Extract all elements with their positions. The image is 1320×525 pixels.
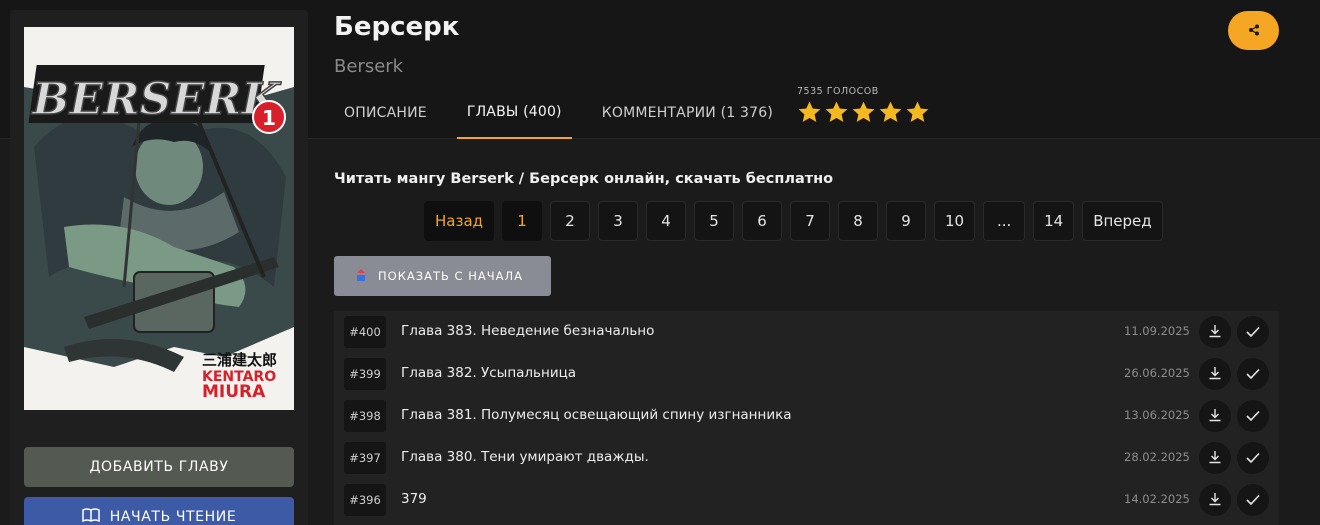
mark-read-button[interactable]: [1237, 484, 1269, 516]
chapter-title[interactable]: Глава 382. Усыпальница: [401, 365, 576, 381]
chapter-title[interactable]: Глава 380. Тени умирают дважды.: [401, 449, 649, 465]
cover-logo: BERSERK: [30, 74, 281, 125]
tabs: ОПИСАНИЕ ГЛАВЫ (400) КОММЕНТАРИИ (1 376): [334, 86, 803, 139]
page-ellipsis[interactable]: ...: [983, 201, 1026, 241]
share-button[interactable]: [1228, 11, 1279, 50]
show-from-start-label: ПОКАЗАТЬ С НАЧАЛА: [378, 269, 524, 283]
page-title: Берсерк: [334, 12, 460, 42]
add-chapter-button[interactable]: ДОБАВИТЬ ГЛАВУ: [24, 447, 294, 487]
book-icon: [81, 508, 100, 525]
chapter-number: #397: [344, 442, 386, 474]
chapter-row: #400 Глава 383. Неведение безначально 11…: [334, 311, 1279, 353]
chapter-number: #399: [344, 358, 386, 390]
cover-author-en-2: MIURA: [202, 382, 266, 402]
chapter-list: #400 Глава 383. Неведение безначально 11…: [334, 311, 1279, 525]
download-button[interactable]: [1199, 400, 1231, 432]
chapter-row: #396 379 14.02.2025: [334, 479, 1279, 521]
star-icon[interactable]: [878, 100, 903, 125]
rating: 7535 ГОЛОСОВ: [797, 86, 930, 125]
check-icon: [1246, 365, 1260, 384]
cover-author-jp: 三浦建太郎: [202, 351, 277, 369]
page-9[interactable]: 9: [886, 201, 927, 241]
rating-stars[interactable]: [797, 100, 930, 125]
pagination: Назад 1 2 3 4 5 6 7 8 9 10 ... 14 Вперед: [424, 201, 1163, 241]
mark-read-button[interactable]: [1237, 400, 1269, 432]
chapter-date: 13.06.2025: [1124, 408, 1190, 422]
pagination-next[interactable]: Вперед: [1082, 201, 1163, 241]
page-3[interactable]: 3: [598, 201, 639, 241]
star-icon[interactable]: [797, 100, 822, 125]
sort-icon: [356, 268, 366, 284]
check-icon: [1246, 407, 1260, 426]
page-4[interactable]: 4: [646, 201, 687, 241]
chapter-row: #398 Глава 381. Полумесяц освещающий спи…: [334, 395, 1279, 437]
mark-read-button[interactable]: [1237, 358, 1269, 390]
chapter-number: #400: [344, 316, 386, 348]
page-5[interactable]: 5: [694, 201, 735, 241]
check-icon: [1246, 449, 1260, 468]
page-7[interactable]: 7: [790, 201, 831, 241]
download-icon: [1208, 449, 1222, 468]
check-icon: [1246, 323, 1260, 342]
page-14[interactable]: 14: [1033, 201, 1075, 241]
mark-read-button[interactable]: [1237, 316, 1269, 348]
download-icon: [1208, 407, 1222, 426]
cover-image[interactable]: BERSERK 1 三浦建太郎 KENTARO MIURA: [24, 27, 294, 410]
chapter-number: #396: [344, 484, 386, 516]
download-button[interactable]: [1199, 358, 1231, 390]
chapter-title[interactable]: Глава 381. Полумесяц освещающий спину из…: [401, 407, 792, 423]
votes-count: 7535 ГОЛОСОВ: [797, 86, 879, 97]
star-icon[interactable]: [824, 100, 849, 125]
chapter-date: 28.02.2025: [1124, 450, 1190, 464]
download-icon: [1208, 365, 1222, 384]
share-icon: [1248, 21, 1260, 40]
download-icon: [1208, 323, 1222, 342]
page-2[interactable]: 2: [550, 201, 591, 241]
check-icon: [1246, 491, 1260, 510]
tab-chapters[interactable]: ГЛАВЫ (400): [456, 86, 572, 139]
chapter-date: 11.09.2025: [1124, 324, 1190, 338]
original-title: Berserk: [334, 56, 404, 77]
star-icon[interactable]: [851, 100, 876, 125]
read-heading: Читать мангу Berserk / Берсерк онлайн, с…: [334, 171, 834, 187]
chapter-row: #399 Глава 382. Усыпальница 26.06.2025: [334, 353, 1279, 395]
page-1[interactable]: 1: [502, 201, 543, 241]
page-6[interactable]: 6: [742, 201, 783, 241]
tab-comments[interactable]: КОММЕНТАРИИ (1 376): [592, 86, 783, 139]
start-reading-button[interactable]: НАЧАТЬ ЧТЕНИЕ: [24, 497, 294, 525]
chapter-number: #398: [344, 400, 386, 432]
download-button[interactable]: [1199, 316, 1231, 348]
add-chapter-label: ДОБАВИТЬ ГЛАВУ: [89, 459, 229, 475]
chapter-date: 26.06.2025: [1124, 366, 1190, 380]
pagination-prev[interactable]: Назад: [424, 201, 495, 241]
tab-description[interactable]: ОПИСАНИЕ: [334, 86, 437, 139]
page-8[interactable]: 8: [838, 201, 879, 241]
page-10[interactable]: 10: [934, 201, 976, 241]
download-button[interactable]: [1199, 484, 1231, 516]
chapter-date: 14.02.2025: [1124, 492, 1190, 506]
cover-volume: 1: [262, 106, 276, 130]
chapter-title[interactable]: 379: [401, 491, 427, 507]
mark-read-button[interactable]: [1237, 442, 1269, 474]
chapter-title[interactable]: Глава 383. Неведение безначально: [401, 323, 654, 339]
chapter-row: #397 Глава 380. Тени умирают дважды. 28.…: [334, 437, 1279, 479]
download-button[interactable]: [1199, 442, 1231, 474]
show-from-start-button[interactable]: ПОКАЗАТЬ С НАЧАЛА: [334, 256, 551, 296]
star-icon[interactable]: [905, 100, 930, 125]
start-reading-label: НАЧАТЬ ЧТЕНИЕ: [109, 509, 237, 525]
download-icon: [1208, 491, 1222, 510]
